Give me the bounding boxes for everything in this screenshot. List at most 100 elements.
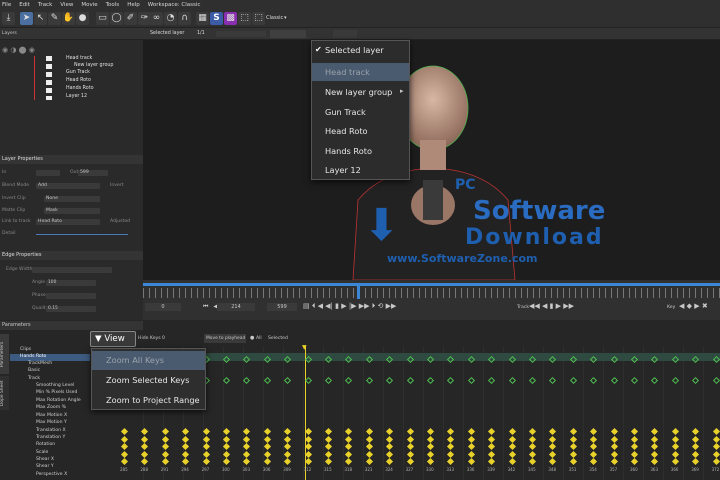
tree-item-param[interactable]: Shear Y [36,464,54,469]
tree-item-param[interactable]: Max Motion Y [36,420,67,425]
angle-field[interactable]: 100 [46,280,96,286]
layer-item[interactable]: Head track [66,56,92,61]
workspace-select[interactable]: Classic [266,15,283,21]
tree-item-param[interactable]: Min % Pixels Used [36,390,77,395]
tree-item-param[interactable]: Smoothing Level [36,383,74,388]
tree-item-basic[interactable]: Basic [28,368,40,373]
layer-select[interactable]: Selected layer [150,31,184,36]
hide-keys-value[interactable]: 0 [162,336,165,341]
layer-swatches[interactable] [46,56,52,100]
track-controls[interactable]: ◀◀ ◀ ▮ ▶ ▶▶ [529,302,574,310]
layer-item[interactable]: Layer 12 [66,94,87,99]
menu-edit[interactable]: Edit [19,2,30,8]
menu-tools[interactable]: Tools [106,2,120,8]
rectangle-tool-icon[interactable]: ▭ [96,12,109,25]
tree-item-param[interactable]: Translation Y [36,435,65,440]
ellipse-tool-icon[interactable]: ◯ [110,12,123,25]
layer-item[interactable]: Hands Roto [66,86,94,91]
all-radio[interactable]: ● [250,335,254,341]
tree-item-track[interactable]: Track [28,376,40,381]
tree-item-clips[interactable]: Clips [20,347,31,352]
viewer-mode-buttons[interactable] [270,30,306,38]
quality-field[interactable]: 0.15 [46,306,96,312]
dotted-rect-icon[interactable]: ⬚ [252,12,265,25]
dropdown-item-layer-12[interactable]: Layer 12 [312,165,409,175]
menu-item-zoom-project-range[interactable]: Zoom to Project Range [92,395,205,405]
view-menu-button[interactable]: ▼ View [90,331,136,347]
tab-dope-sheet[interactable]: Dope Sheet [0,376,9,410]
transport-controls[interactable]: ▤ ⏴ ◀ ◀| ▮ ▶ |▶ ▶▶ ⏵ ⟲ ▶▶ [303,302,396,311]
tree-item-param[interactable]: Perspective X [36,472,67,477]
chevron-down-icon[interactable]: ▾ [284,15,287,21]
menu-item-zoom-all-keys[interactable]: Zoom All Keys [92,351,205,370]
current-frame-field[interactable]: 214 [217,303,255,311]
in-field[interactable] [36,170,60,176]
magnet-icon[interactable]: ∩ [178,12,191,25]
keyframe-yellow[interactable] [120,427,129,436]
detail-slider[interactable] [36,234,128,235]
dropdown-item-gun-track[interactable]: Gun Track [312,107,409,117]
pen-icon[interactable]: ✎ [48,12,61,25]
stack-icon[interactable]: ⬚ [238,12,251,25]
timeline-ruler[interactable] [143,288,720,298]
hand-icon[interactable]: ✋ [62,12,75,25]
dropdown-item-new-layer-group[interactable]: New layer group [312,87,409,97]
invert-clip-select[interactable]: None [44,196,100,202]
tree-item-param[interactable]: Rotation [36,442,55,447]
tree-item-param[interactable]: Scale [36,450,48,455]
blend-mode-select[interactable]: Add [36,183,100,189]
tree-item-param[interactable]: Max Rotation Angle [36,398,81,403]
matte-clip-select[interactable]: Mask [44,208,100,214]
layer-item[interactable]: New layer group [74,63,113,68]
menu-file[interactable]: File [2,2,11,8]
tree-item-param[interactable]: Shear X [36,457,54,462]
keyframe-yellow[interactable] [120,450,129,458]
brush-icon[interactable]: ◔ [164,12,177,25]
select-points-icon[interactable]: ↖ [34,12,47,25]
layer-item[interactable]: Head Roto [66,78,91,83]
link-icon[interactable]: ∞ [150,12,163,25]
bspline-tool-icon[interactable]: ✐ [124,12,137,25]
zoom-icon[interactable]: ● [76,12,89,25]
move-to-playhead-button[interactable]: Move to playhead [204,334,246,343]
playhead[interactable] [357,283,360,299]
keyframe-yellow[interactable] [120,457,129,466]
edge-width-field[interactable] [32,267,112,273]
layer-item[interactable]: Gun Track [66,70,90,75]
grid-icon[interactable]: ▦ [196,12,209,25]
keyframe-yellow[interactable] [120,442,129,451]
mesh-icon[interactable]: ▩ [224,12,237,25]
menu-view[interactable]: View [60,2,73,8]
start-frame-field[interactable]: 0 [145,303,181,311]
dropdown-item-selected-layer[interactable]: Selected layer [312,45,409,55]
surface-icon[interactable]: S [210,12,223,25]
export-icon[interactable]: ⤓ [2,12,15,25]
phase-field[interactable] [46,293,96,299]
tree-item-param[interactable]: Max Motion X [36,413,67,418]
key-controls[interactable]: ◀ ◆ ▶ ✖ [679,302,708,310]
zoom-select[interactable]: 1/1 [197,31,205,36]
dropdown-item-head-track[interactable]: Head track [312,63,409,81]
tab-parameters[interactable]: Parameters [0,334,9,374]
menu-movie[interactable]: Movie [81,2,97,8]
dropdown-item-head-roto[interactable]: Head Roto [312,126,409,136]
menu-workspace[interactable]: Workspace: Classic [148,2,201,8]
viewer-extra-buttons[interactable] [333,30,357,38]
tree-item-trackmesh[interactable]: TrackMesh [28,361,52,366]
playhead-marker-icon[interactable]: ▼ [302,344,307,351]
viewer[interactable]: PC Software Download www.SoftwareZone.co… [143,40,720,280]
end-frame-field[interactable]: 599 [267,303,297,311]
out-field[interactable]: 599 [78,170,108,176]
watermark-download: Download [465,225,604,250]
tree-item-param[interactable]: Max Zoom % [36,405,66,410]
link-track-select[interactable]: Head Roto [36,219,100,225]
tree-item-param[interactable]: Translation X [36,428,66,433]
tree-item-hands-roto[interactable]: Hands Roto [20,354,46,359]
menu-track[interactable]: Track [38,2,52,8]
viewer-tool-buttons[interactable] [216,31,266,37]
menu-help[interactable]: Help [127,2,140,8]
select-arrow-icon[interactable]: ➤ [20,12,33,25]
dropdown-item-hands-roto[interactable]: Hands Roto [312,146,409,156]
menu-item-zoom-selected-keys[interactable]: Zoom Selected Keys [92,375,205,385]
keyframe-yellow[interactable] [120,435,129,443]
